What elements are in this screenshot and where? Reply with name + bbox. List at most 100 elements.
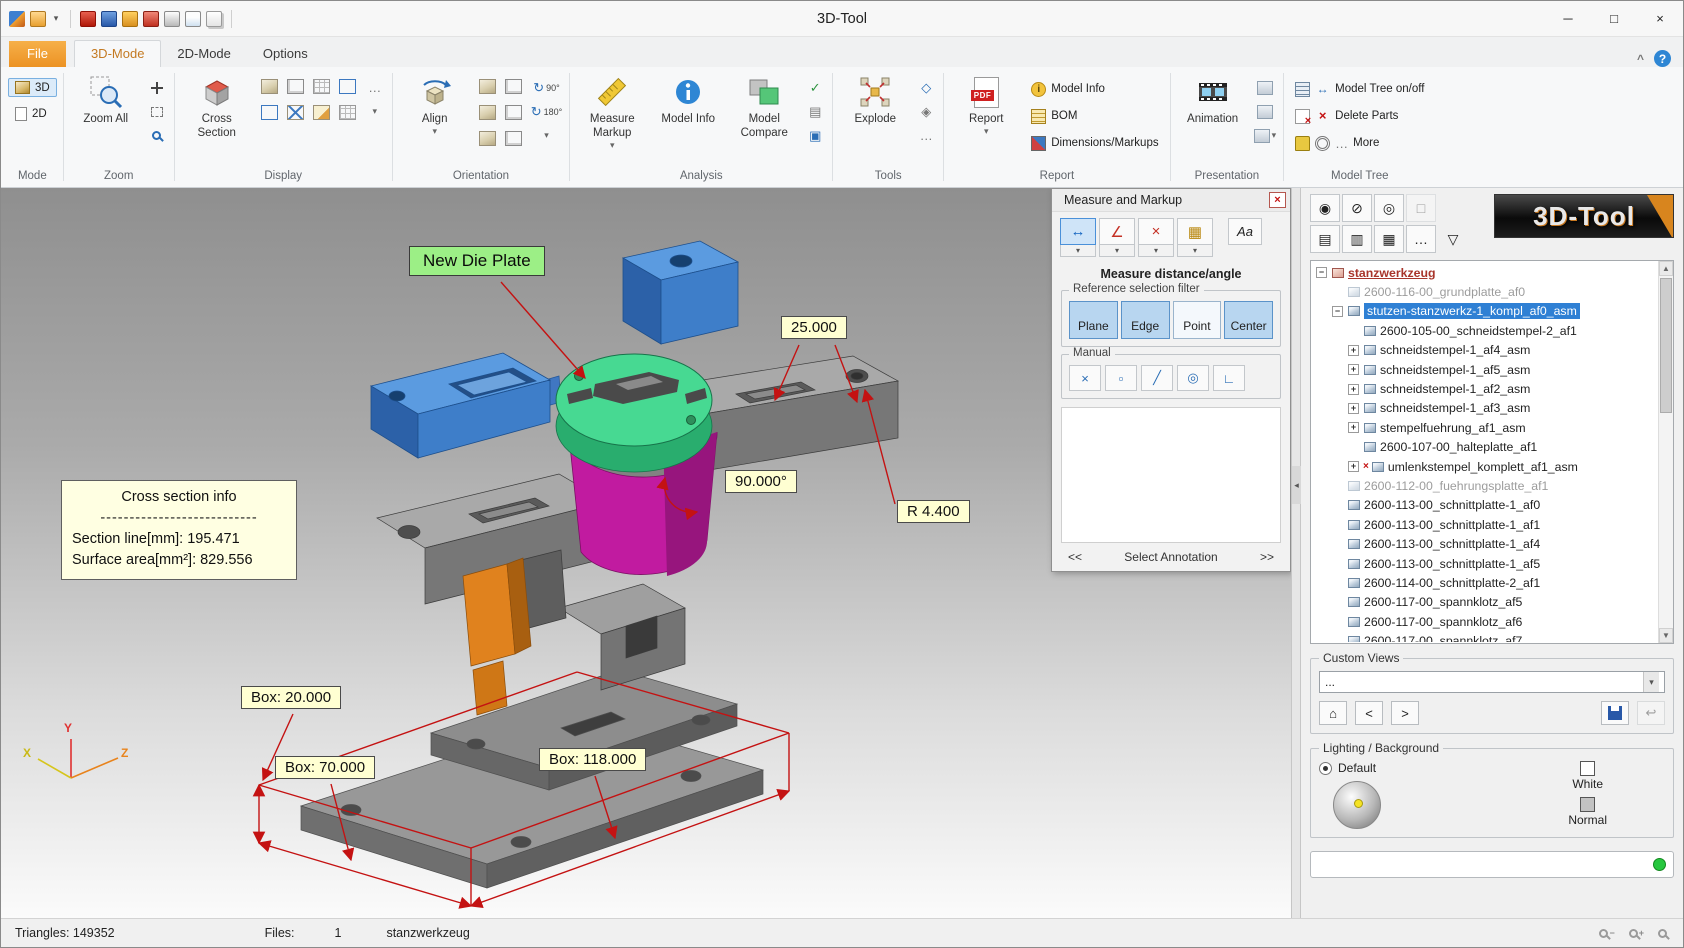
markup-note[interactable]: New Die Plate	[409, 246, 545, 276]
copy-icon[interactable]	[206, 11, 222, 27]
tree-expander[interactable]: +	[1348, 364, 1359, 375]
check-geometry-button[interactable]: ✓	[804, 77, 826, 98]
manual-point-button[interactable]: ×	[1069, 365, 1101, 391]
animation-button[interactable]: Animation	[1177, 69, 1249, 161]
tree-item[interactable]: 2600-105-00_schneidstempel-2_af1	[1312, 321, 1657, 340]
tree-item[interactable]: 2600-116-00_grundplatte_af0	[1312, 282, 1657, 301]
annotation-list[interactable]	[1061, 407, 1281, 543]
pdf3d-icon[interactable]	[80, 11, 96, 27]
measure-coordinate-dropdown[interactable]: ▾	[1177, 245, 1213, 257]
prev-view-button[interactable]: <	[1355, 701, 1383, 725]
explode-button[interactable]: Explode	[839, 69, 911, 161]
tree-item[interactable]: +schneidstempel-1_af4_asm	[1312, 341, 1657, 360]
tree-item[interactable]: +schneidstempel-1_af3_asm	[1312, 399, 1657, 418]
zoom-in-button[interactable]	[146, 125, 168, 146]
next-view-button[interactable]: >	[1391, 701, 1419, 725]
tree-item-label[interactable]: 2600-112-00_fuehrungsplatte_af1	[1364, 479, 1548, 493]
minimize-button[interactable]: ─	[1545, 1, 1591, 36]
restore-view-button[interactable]: ↩	[1637, 701, 1665, 725]
display-curves-button[interactable]	[257, 102, 282, 123]
tree-item-label[interactable]: schneidstempel-1_af4_asm	[1380, 343, 1530, 357]
material-button[interactable]: ◈	[915, 101, 937, 122]
tree-item[interactable]: 2600-114-00_schnittplatte-2_af1	[1312, 573, 1657, 592]
view-right-button[interactable]	[501, 102, 526, 123]
dimension-label-box118[interactable]: Box: 118.000	[539, 748, 646, 771]
display-shaded-edges-button[interactable]	[283, 76, 308, 97]
manual-angle-button[interactable]: ∟	[1213, 365, 1245, 391]
tree-item-label[interactable]: 2600-117-00_spannklotz_af5	[1364, 595, 1522, 609]
dimension-label-25[interactable]: 25.000	[781, 316, 847, 339]
view-front-button[interactable]	[475, 76, 500, 97]
animation-bar[interactable]	[1310, 851, 1674, 878]
tree-more-button[interactable]: …	[1406, 225, 1436, 253]
rotate-180-button[interactable]: ↻180°	[530, 101, 564, 122]
tree-item-label[interactable]: 2600-113-00_schnittplatte-1_af1	[1364, 518, 1540, 532]
dimension-label-box70[interactable]: Box: 70.000	[275, 756, 375, 779]
delete-measure-dropdown[interactable]: ▾	[1138, 245, 1174, 257]
tree-item[interactable]: 2600-113-00_schnittplatte-1_af0	[1312, 496, 1657, 515]
manual-line-button[interactable]: ╱	[1141, 365, 1173, 391]
tree-item-label[interactable]: stanzwerkzeug	[1348, 266, 1435, 280]
delete-measure-button[interactable]: ×	[1138, 218, 1174, 245]
filter-plane-button[interactable]: Plane	[1069, 301, 1118, 339]
save-image-button[interactable]: ▾	[1253, 125, 1278, 146]
tree-item-label[interactable]: stutzen-stanzwerkz-1_kompl_af0_asm	[1364, 303, 1580, 319]
tree-item[interactable]: −stutzen-stanzwerkz-1_kompl_af0_asm	[1312, 302, 1657, 321]
display-options-button[interactable]: ▾	[364, 101, 386, 122]
close-button[interactable]: ×	[1637, 1, 1683, 36]
collapse-ribbon-button[interactable]: ^	[1637, 52, 1644, 66]
model-info-button[interactable]: Model Info	[652, 69, 724, 161]
tree-item[interactable]: +×umlenkstempel_komplett_af1_asm	[1312, 457, 1657, 476]
tree-item-label[interactable]: schneidstempel-1_af2_asm	[1380, 382, 1530, 396]
manual-square-button[interactable]: ▫	[1105, 365, 1137, 391]
measure-panel-header[interactable]: Measure and Markup ×	[1052, 189, 1290, 212]
measure-panel-close-button[interactable]: ×	[1269, 192, 1286, 208]
tree-expander[interactable]: −	[1316, 267, 1327, 278]
filter-center-button[interactable]: Center	[1224, 301, 1273, 339]
tree-item-label[interactable]: stempelfuehrung_af1_asm	[1380, 421, 1526, 435]
scroll-down-button[interactable]: ▼	[1659, 628, 1673, 643]
manual-circle-button[interactable]: ◎	[1177, 365, 1209, 391]
background-normal-option[interactable]: Normal	[1568, 797, 1607, 827]
tree-options-button[interactable]: ▦	[1374, 225, 1404, 253]
report-bom-button[interactable]: BOM	[1026, 104, 1163, 128]
pan-button[interactable]	[146, 77, 168, 98]
model-compare-button[interactable]: Model Compare	[728, 69, 800, 161]
preview-icon[interactable]	[185, 11, 201, 27]
mode-3d-button[interactable]: 3D	[8, 78, 57, 97]
tree-item[interactable]: +schneidstempel-1_af5_asm	[1312, 360, 1657, 379]
tree-item-label[interactable]: schneidstempel-1_af3_asm	[1380, 401, 1530, 415]
presentation-screen-button[interactable]	[1253, 77, 1278, 98]
light-direction-sphere[interactable]	[1333, 781, 1381, 829]
delete-parts-button[interactable]: ×Delete Parts	[1290, 104, 1429, 128]
filter-button[interactable]: ▽	[1438, 225, 1468, 253]
maximize-button[interactable]: □	[1591, 1, 1637, 36]
hide-parts-button[interactable]: ⊘	[1342, 194, 1372, 222]
model-tree-more-button[interactable]: …More	[1290, 131, 1429, 155]
background-white-option[interactable]: White	[1572, 761, 1603, 791]
title-bar[interactable]: ▾ 3D-Tool ─ □ ×	[1, 1, 1683, 37]
filter-edge-button[interactable]: Edge	[1121, 301, 1170, 339]
display-more-button[interactable]: …	[364, 77, 386, 98]
display-shaded-button[interactable]	[257, 76, 282, 97]
tree-item[interactable]: +stempelfuehrung_af1_asm	[1312, 418, 1657, 437]
select-annotation-label[interactable]: Select Annotation	[1124, 550, 1217, 564]
tree-item-label[interactable]: 2600-105-00_schneidstempel-2_af1	[1380, 324, 1577, 338]
status-zoom-out-button[interactable]: −	[1599, 928, 1614, 938]
markup-list-button[interactable]: ▤	[804, 101, 826, 122]
measure-coordinate-button[interactable]: ▦	[1177, 218, 1213, 245]
measure-angle-button[interactable]: ∠	[1099, 218, 1135, 245]
light-position-dot[interactable]	[1354, 799, 1363, 808]
dxf-icon[interactable]	[143, 11, 159, 27]
tree-scrollbar[interactable]: ▲ ▼	[1658, 261, 1673, 643]
tree-collapse-button[interactable]: ▤	[1310, 225, 1340, 253]
show-parts-button[interactable]: ◉	[1310, 194, 1340, 222]
tree-item[interactable]: 2600-113-00_schnittplatte-1_af1	[1312, 515, 1657, 534]
tree-item-label[interactable]: 2600-113-00_schnittplatte-1_af4	[1364, 537, 1540, 551]
viewport-3d[interactable]: Y X Z New Die Plate 25.000 90.000° R 4.4…	[1, 188, 1291, 918]
tree-item-label[interactable]: 2600-117-00_spannklotz_af7	[1364, 634, 1522, 642]
dimension-label-box20[interactable]: Box: 20.000	[241, 686, 341, 709]
record-video-button[interactable]	[1253, 101, 1278, 122]
cross-section-button[interactable]: Cross Section	[181, 69, 253, 161]
tree-item[interactable]: 2600-113-00_schnittplatte-1_af4	[1312, 534, 1657, 553]
